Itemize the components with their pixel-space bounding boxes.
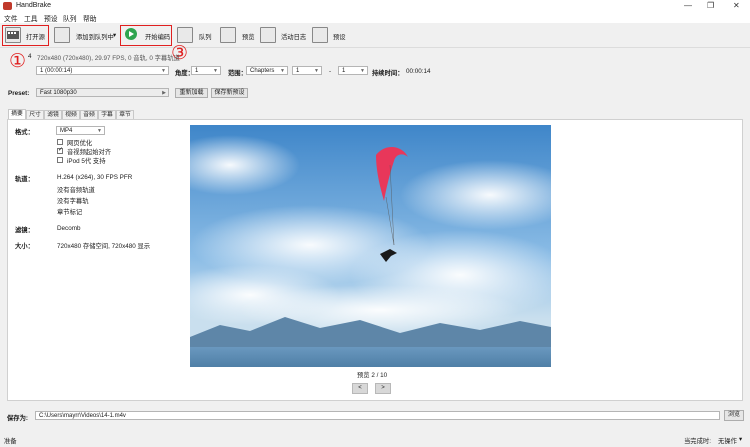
maximize-button[interactable]: ❐ xyxy=(707,1,714,10)
title-bar: HandBrake — ❐ ✕ xyxy=(0,0,750,12)
menu-help[interactable]: 帮助 xyxy=(83,13,97,23)
chevron-down-icon[interactable]: ▾ xyxy=(739,436,742,443)
preview-icon xyxy=(220,27,236,43)
preset-select[interactable]: Fast 1080p30 ▶ xyxy=(36,88,169,97)
annotation-box-open xyxy=(2,25,49,46)
add-to-queue-button[interactable]: 添加到队列中 xyxy=(76,32,114,41)
annotation-box-start xyxy=(120,25,172,46)
when-done-label: 当完成时: xyxy=(684,438,711,445)
presets-button[interactable]: 预设 xyxy=(333,32,346,41)
web-optimized-label: 网页优化 xyxy=(67,140,93,147)
tab-summary[interactable]: 摘要 xyxy=(8,109,26,119)
reload-preset-button[interactable]: 重新加载 xyxy=(175,88,208,98)
when-done-select[interactable]: 无操作 xyxy=(718,436,737,445)
tab-subtitles[interactable]: 字幕 xyxy=(98,110,116,119)
size-value: 720x480 存储空间, 720x480 显示 xyxy=(57,243,151,250)
annotation-number-1: ① xyxy=(9,50,27,72)
window-title: HandBrake xyxy=(16,2,52,9)
activity-log-icon xyxy=(260,27,276,43)
tab-video[interactable]: 视频 xyxy=(62,110,80,119)
size-label: 大小： xyxy=(15,243,34,250)
preview-prev-button[interactable]: < xyxy=(352,383,368,394)
track-chapters: 章节标记 xyxy=(57,209,83,216)
add-queue-dropdown-icon[interactable]: ▾ xyxy=(113,32,116,39)
duration-value: 00:00:14 xyxy=(406,68,431,75)
source-prefix: 4 xyxy=(28,53,32,60)
source-summary: 720x480 (720x480), 29.97 FPS, 0 音轨, 0 字幕… xyxy=(37,55,180,62)
tab-chapters[interactable]: 章节 xyxy=(116,110,134,119)
ipod-support-checkbox[interactable] xyxy=(57,157,63,163)
tab-audio[interactable]: 音频 xyxy=(80,110,98,119)
track-video: H.264 (x264), 30 FPS PFR xyxy=(57,174,133,181)
queue-button[interactable]: 队列 xyxy=(199,32,212,41)
save-path-input[interactable]: C:\Users\mayrr\Videos\14-1.m4v xyxy=(35,411,720,420)
close-button[interactable]: ✕ xyxy=(733,1,740,10)
presets-icon xyxy=(312,27,328,43)
menu-tools[interactable]: 工具 xyxy=(24,13,38,23)
preview-button[interactable]: 预览 xyxy=(242,32,255,41)
angle-select[interactable]: 1 ▼ xyxy=(191,66,221,75)
duration-label: 持续时间： xyxy=(372,70,404,77)
minimize-button[interactable]: — xyxy=(684,1,692,10)
status-bar: 准备 当完成时: 无操作 ▾ xyxy=(0,433,750,447)
tab-dimensions[interactable]: 尺寸 xyxy=(26,110,44,119)
preview-image xyxy=(190,125,551,367)
toolbar: 打开源 添加到队列中 ▾ 开始编码 队列 预览 活动日志 预设 xyxy=(0,23,750,48)
track-audio: 没有音频轨道 xyxy=(57,187,95,194)
add-queue-icon xyxy=(54,27,70,43)
menu-queue[interactable]: 队列 xyxy=(63,13,77,23)
activity-log-button[interactable]: 活动日志 xyxy=(281,32,306,41)
tracks-label: 轨道： xyxy=(15,176,34,183)
range-type-select[interactable]: Chapters ▼ xyxy=(246,66,288,75)
tab-filters[interactable]: 滤镜 xyxy=(44,110,62,119)
menu-presets[interactable]: 预设 xyxy=(44,13,58,23)
format-select[interactable]: MP4 ▼ xyxy=(56,126,105,135)
preset-label: Preset: xyxy=(8,90,30,97)
range-from-select[interactable]: 1 ▼ xyxy=(292,66,322,75)
preview-caption: 预览 2 / 10 xyxy=(357,372,388,379)
title-select[interactable]: 1 (00:00:14) ▼ xyxy=(36,66,169,75)
queue-icon xyxy=(177,27,193,43)
filters-value: Decomb xyxy=(57,225,81,232)
save-new-preset-button[interactable]: 保存新预设 xyxy=(211,88,248,98)
format-label: 格式： xyxy=(15,129,34,136)
ipod-support-label: iPod 5代 支持 xyxy=(67,158,106,165)
browse-button[interactable]: 浏览 xyxy=(724,410,744,421)
track-subtitle: 没有字幕轨 xyxy=(57,198,89,205)
range-label: 范围： xyxy=(228,70,247,77)
filters-label: 滤镜： xyxy=(15,227,34,234)
align-av-label: 音视频起始对齐 xyxy=(67,149,112,156)
handbrake-app-icon xyxy=(3,2,12,10)
menu-bar: 文件 工具 预设 队列 帮助 xyxy=(0,12,750,23)
align-av-checkbox[interactable] xyxy=(57,146,63,154)
menu-file[interactable]: 文件 xyxy=(4,13,18,23)
preview-next-button[interactable]: > xyxy=(375,383,391,394)
status-ready: 准备 xyxy=(4,438,17,445)
range-to-select[interactable]: 1 ▼ xyxy=(338,66,368,75)
save-as-label: 保存为: xyxy=(7,415,28,422)
range-dash: - xyxy=(329,68,332,75)
web-optimized-checkbox[interactable] xyxy=(57,139,63,145)
